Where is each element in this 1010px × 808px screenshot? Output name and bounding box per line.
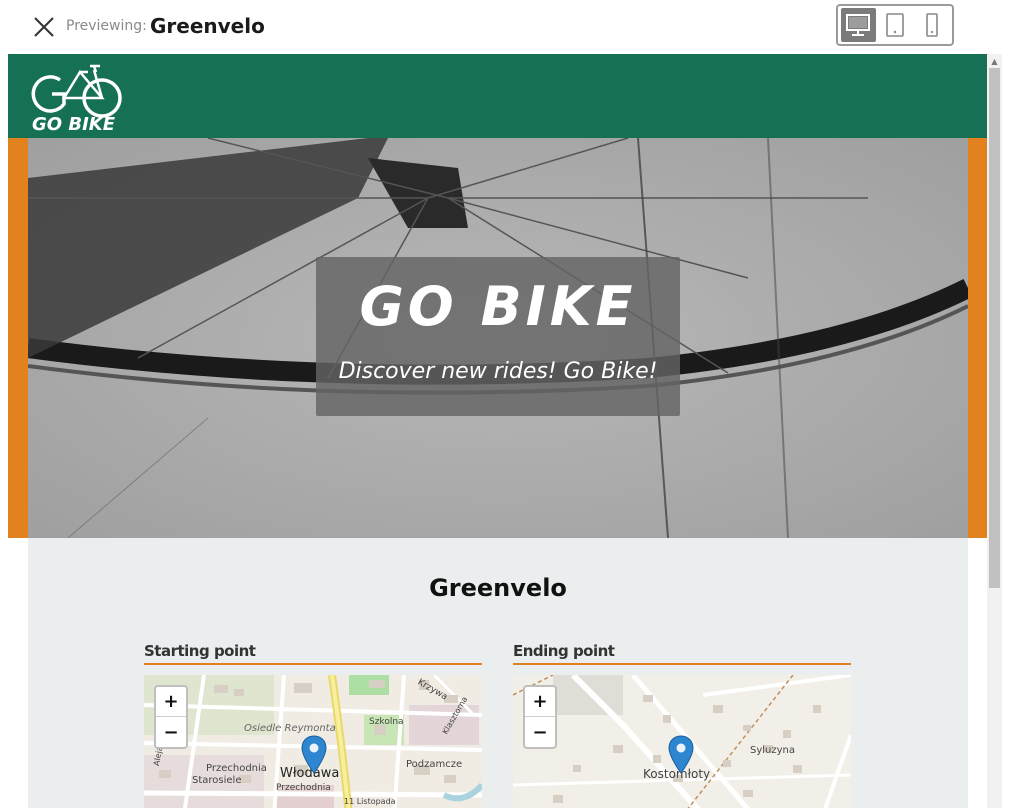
preview-title: Greenvelo	[150, 14, 265, 38]
zoom-in-button[interactable]: +	[525, 687, 555, 717]
starting-point-map[interactable]: Osiedle Reymonta Przechodnia Starosiele …	[144, 675, 482, 808]
hero-subtitle: Discover new rides! Go Bike!	[338, 359, 658, 384]
desktop-view-button[interactable]	[841, 8, 876, 42]
preview-frame: GO BIKE GO BIKE Discover new rides! Go B…	[8, 54, 987, 808]
zoom-out-button[interactable]: −	[525, 717, 555, 747]
ending-point-map[interactable]: Kostomłoty Syluzyna + −	[513, 675, 851, 808]
close-preview-button[interactable]	[32, 15, 56, 39]
zoom-control: + −	[523, 685, 557, 749]
logo-text: GO BIKE	[32, 114, 116, 135]
preview-toolbar: Previewing: Greenvelo	[0, 0, 1010, 54]
close-icon	[34, 17, 54, 37]
scroll-thumb[interactable]	[989, 68, 1000, 588]
desktop-icon	[846, 14, 871, 36]
map-label: Szkolna	[369, 717, 404, 727]
device-switcher	[836, 4, 954, 46]
map-label: Syluzyna	[750, 745, 796, 756]
map-label: Przechodnia	[206, 763, 267, 774]
map-marker-icon[interactable]	[301, 735, 327, 775]
mobile-view-button[interactable]	[914, 8, 949, 42]
starting-point: Starting point Osiedle Reymonta Przechod…	[144, 642, 482, 808]
hero-banner: GO BIKE Discover new rides! Go Bike!	[316, 257, 680, 416]
route-section: Greenvelo Starting point Osiedle Reymont…	[28, 538, 968, 808]
previewing-label: Previewing:	[66, 18, 147, 34]
hero-title: GO BIKE	[359, 275, 637, 338]
map-label: 11 Listopada	[344, 797, 396, 806]
zoom-in-button[interactable]: +	[156, 687, 186, 717]
zoom-control: + −	[154, 685, 188, 749]
preview-scrollbar[interactable]: ▲	[987, 54, 1002, 808]
hero-image: GO BIKE Discover new rides! Go Bike!	[28, 138, 968, 538]
ending-point: Ending point Kostomłoty Syluzyna + −	[513, 642, 851, 808]
page-title: Greenvelo	[429, 574, 567, 602]
map-marker-icon[interactable]	[668, 735, 694, 775]
map-label: Osiedle Reymonta	[244, 723, 336, 734]
tablet-view-button[interactable]	[878, 8, 913, 42]
starting-point-label: Starting point	[144, 642, 482, 665]
tablet-icon	[886, 13, 904, 37]
mobile-icon	[925, 13, 938, 37]
hero-section: GO BIKE Discover new rides! Go Bike!	[8, 138, 987, 538]
scroll-up-icon[interactable]: ▲	[987, 54, 1002, 69]
map-label: Podzamcze	[406, 759, 463, 770]
zoom-out-button[interactable]: −	[156, 717, 186, 747]
map-label: Starosiele	[192, 775, 242, 786]
site-header: GO BIKE	[8, 54, 987, 138]
map-label: Przechodnia	[276, 783, 331, 793]
ending-point-label: Ending point	[513, 642, 851, 665]
